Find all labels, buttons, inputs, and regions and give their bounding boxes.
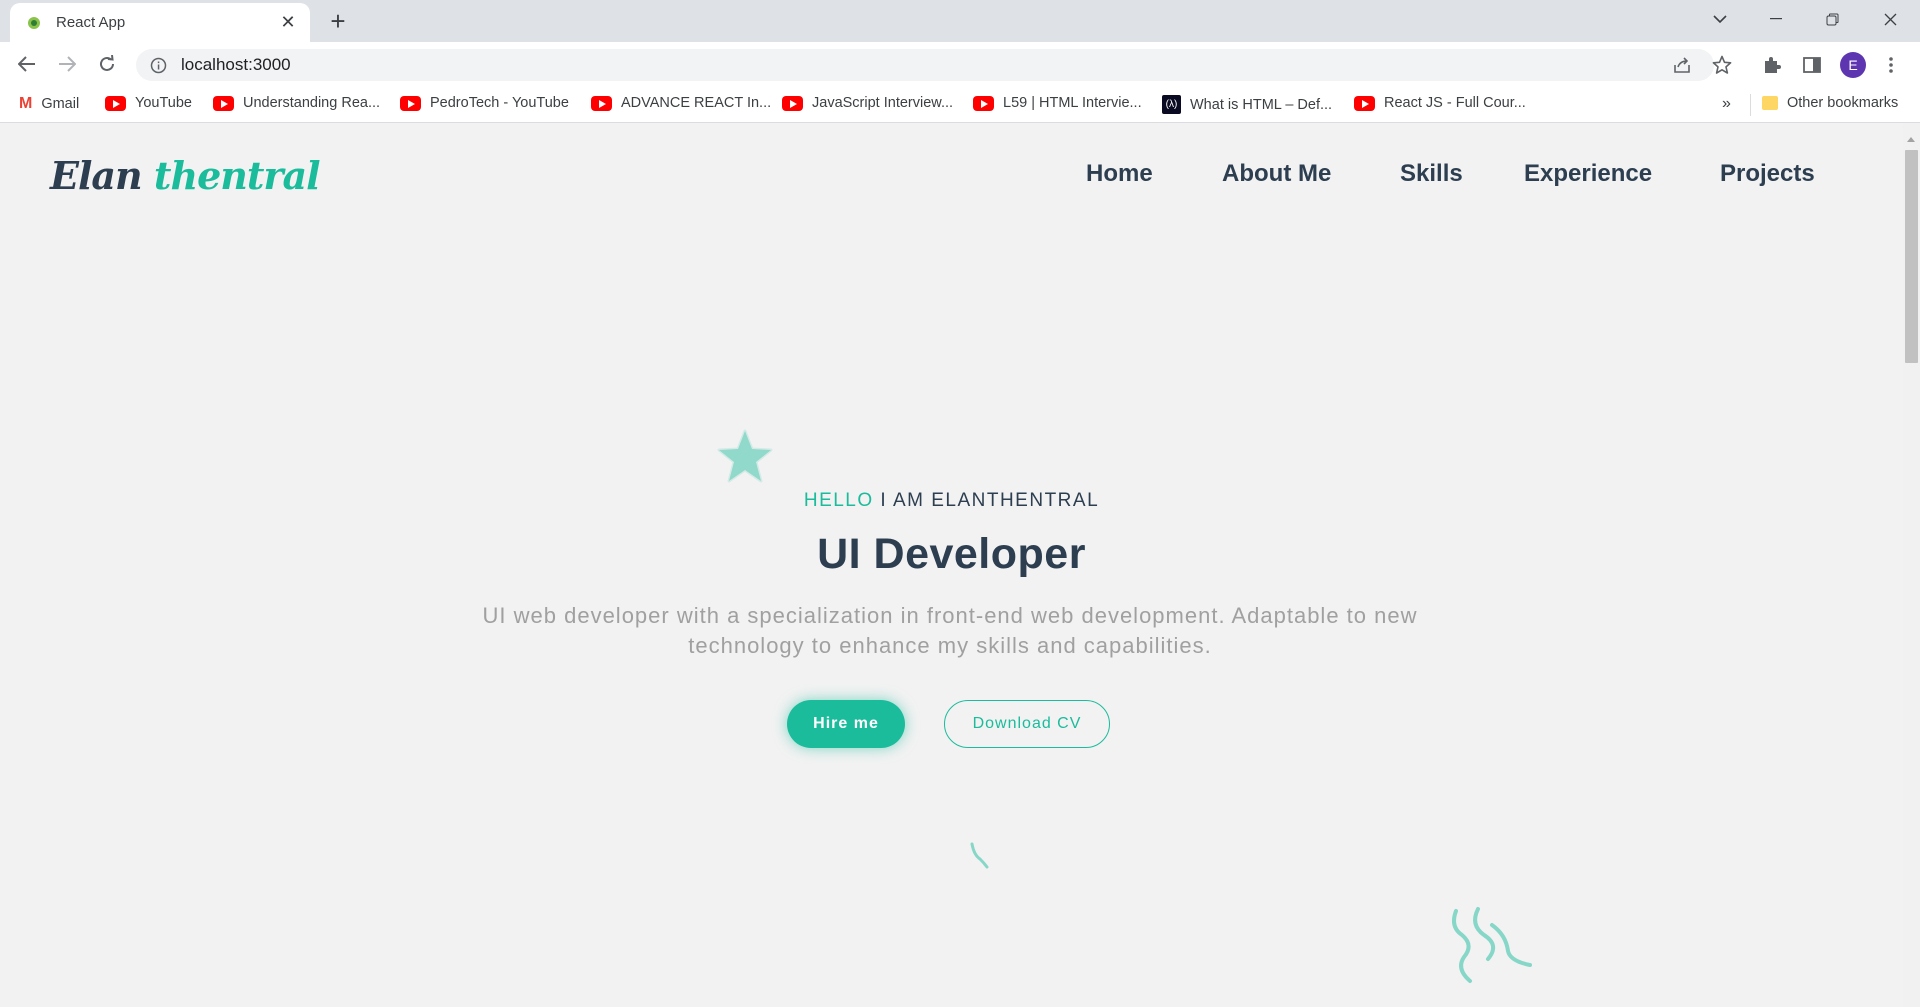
avatar: E: [1840, 52, 1866, 78]
youtube-icon: [213, 95, 234, 111]
tab-strip: React App ✕ +: [0, 0, 1920, 42]
close-tab-icon[interactable]: ✕: [278, 12, 298, 33]
overflow-chevron: »: [1722, 95, 1731, 112]
nav-home[interactable]: Home: [1086, 160, 1153, 188]
bookmark-label: Understanding Rea...: [243, 95, 381, 111]
youtube-icon: [973, 95, 994, 111]
share-button[interactable]: [1667, 50, 1697, 80]
star-decoration-icon: [717, 429, 773, 483]
hire-me-button[interactable]: Hire me: [787, 700, 905, 748]
chrome-menu-button[interactable]: [1876, 50, 1906, 80]
logo-part-1: Elan: [50, 153, 143, 198]
folder-icon: [1762, 96, 1778, 110]
forward-button[interactable]: [52, 49, 82, 79]
profile-button[interactable]: E: [1838, 50, 1868, 80]
bookmark-label: React JS - Full Cour...: [1384, 95, 1526, 111]
bookmark-label: PedroTech - YouTube: [430, 95, 569, 111]
wave-decoration-icon: [1452, 907, 1532, 983]
scroll-up-arrow-icon[interactable]: [1907, 137, 1915, 142]
bookmark-react-js-full-course[interactable]: React JS - Full Cour...: [1354, 95, 1526, 111]
hero-kicker: HELLO I AM ELANTHENTRAL: [0, 490, 1903, 512]
reload-icon: [100, 55, 114, 71]
bookmark-youtube[interactable]: YouTube: [105, 95, 192, 111]
hero-description: UI web developer with a specialization i…: [482, 603, 1418, 658]
minimize-button[interactable]: [1748, 0, 1804, 38]
puzzle-icon: [1765, 57, 1781, 73]
browser-tab[interactable]: React App ✕: [10, 3, 310, 42]
other-bookmarks-folder[interactable]: Other bookmarks: [1762, 95, 1898, 111]
star-icon: [1712, 55, 1732, 74]
arrow-left-icon: [18, 56, 35, 72]
hero-kicker-text: I AM ELANTHENTRAL: [873, 490, 1100, 511]
bookmark-pedrotech[interactable]: PedroTech - YouTube: [400, 95, 569, 111]
bookmark-gmail[interactable]: M Gmail: [19, 95, 79, 113]
tab-search-button[interactable]: [1692, 0, 1748, 38]
extensions-button[interactable]: [1757, 50, 1787, 80]
youtube-icon: [591, 95, 612, 111]
nav-projects[interactable]: Projects: [1720, 160, 1815, 188]
side-panel-button[interactable]: [1797, 50, 1827, 80]
hero-title: UI Developer: [817, 530, 1086, 578]
bookmark-what-is-html[interactable]: (λ) What is HTML – Def...: [1162, 95, 1332, 114]
avatar-initial: E: [1848, 57, 1858, 73]
bookmark-javascript-interview[interactable]: JavaScript Interview...: [782, 95, 953, 111]
bookmark-label: ADVANCE REACT In...: [621, 95, 772, 111]
youtube-icon: [782, 95, 803, 111]
arrow-right-icon: [59, 56, 76, 72]
info-icon[interactable]: [150, 57, 167, 74]
url-text: localhost:3000: [181, 55, 291, 74]
nav-about-me[interactable]: About Me: [1222, 160, 1331, 188]
scrollbar-thumb[interactable]: [1905, 150, 1918, 363]
minimize-icon: [1770, 18, 1782, 20]
download-cv-button[interactable]: Download CV: [944, 700, 1110, 748]
freecodecamp-icon: (λ): [1162, 95, 1181, 114]
restore-button[interactable]: [1804, 0, 1860, 38]
youtube-icon: [1354, 95, 1375, 111]
bookmark-understanding-react[interactable]: Understanding Rea...: [213, 95, 380, 111]
bookmarks-overflow-button[interactable]: »: [1722, 95, 1731, 113]
react-app-favicon-icon: [28, 16, 40, 29]
squiggle-decoration-icon: [970, 842, 989, 869]
bookmark-html-interview[interactable]: L59 | HTML Intervie...: [973, 95, 1142, 111]
other-bookmarks-label: Other bookmarks: [1787, 95, 1899, 111]
close-icon: [1884, 13, 1896, 25]
page-viewport: Elan thentral Home About Me Skills Exper…: [0, 123, 1903, 1007]
side-panel-icon: [1803, 57, 1821, 73]
site-logo[interactable]: Elan thentral: [50, 153, 321, 198]
close-window-button[interactable]: [1862, 0, 1918, 38]
nav-experience[interactable]: Experience: [1524, 160, 1652, 188]
bookmark-star-button[interactable]: [1707, 50, 1737, 80]
bookmark-label: JavaScript Interview...: [812, 95, 954, 111]
tab-title: React App: [56, 14, 126, 31]
chevron-down-icon: [1713, 14, 1727, 23]
youtube-icon: [400, 95, 421, 111]
bookmark-label: L59 | HTML Intervie...: [1003, 95, 1142, 111]
youtube-icon: [105, 95, 126, 111]
restore-icon: [1826, 13, 1838, 25]
logo-part-2: thentral: [153, 153, 321, 198]
bookmark-advance-react[interactable]: ADVANCE REACT In...: [591, 95, 771, 111]
bookmark-label: What is HTML – Def...: [1190, 96, 1333, 113]
bookmark-label: Gmail: [41, 96, 80, 112]
hero-kicker-highlight: HELLO: [803, 490, 874, 511]
bookmarks-bar: M Gmail YouTube Understanding Rea... Ped…: [0, 87, 1920, 123]
new-tab-button[interactable]: +: [323, 6, 353, 36]
browser-toolbar: localhost:3000 E: [0, 42, 1920, 87]
bookmark-label: YouTube: [135, 95, 192, 111]
gmail-icon: M: [19, 95, 33, 112]
nav-skills[interactable]: Skills: [1400, 160, 1463, 188]
reload-button[interactable]: [92, 49, 122, 79]
share-icon: [1674, 57, 1690, 73]
address-bar[interactable]: localhost:3000: [136, 49, 1714, 81]
bookmarks-divider: [1750, 94, 1751, 116]
back-button[interactable]: [12, 49, 42, 79]
more-vertical-icon: [1889, 57, 1893, 73]
